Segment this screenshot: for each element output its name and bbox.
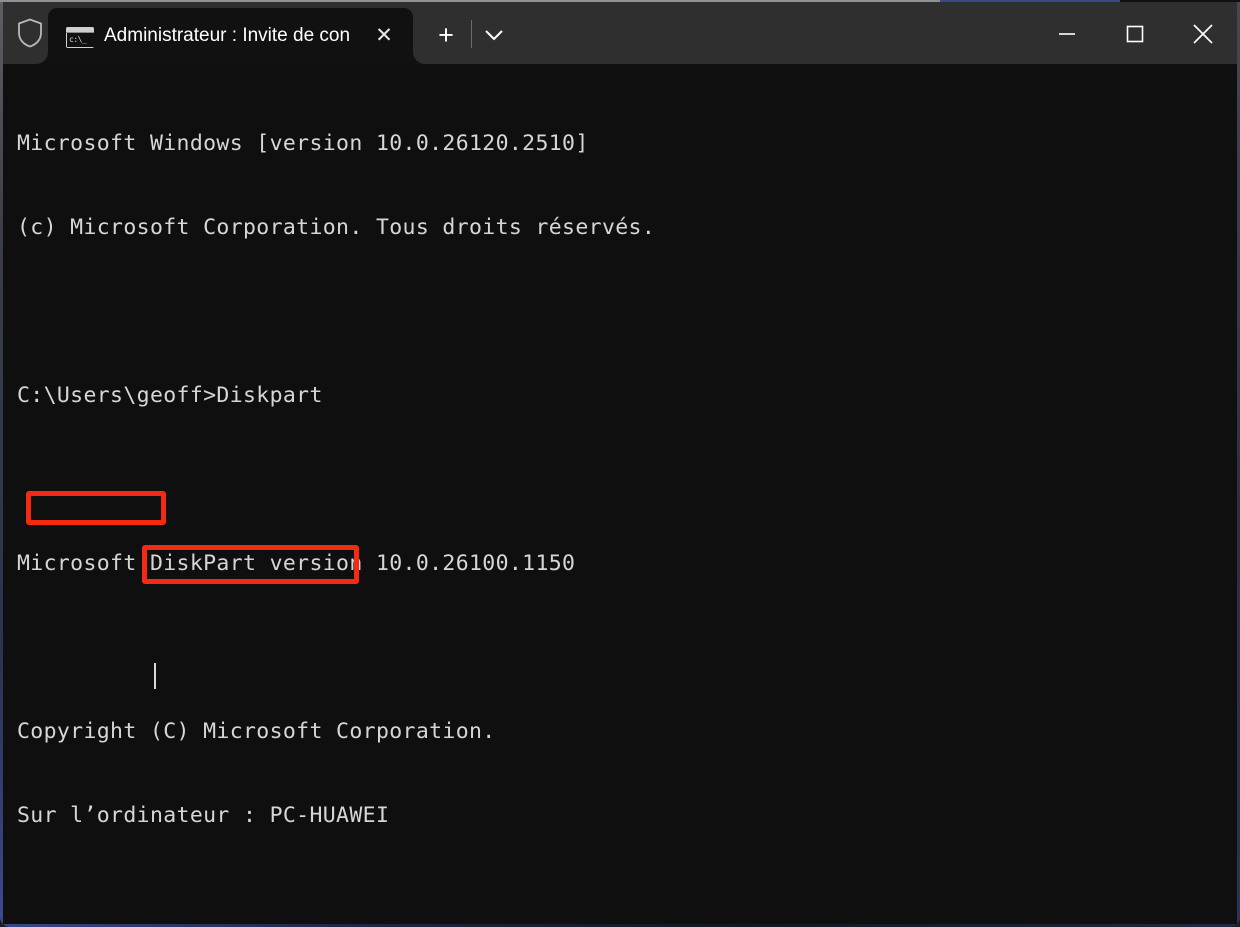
terminal-window: c:\_ Administrateur : Invite de con ✕ + (0, 0, 1240, 927)
new-tab-button[interactable]: + (428, 18, 464, 52)
shield-icon (13, 16, 47, 50)
tab-notch-right (413, 52, 425, 64)
toolbar-divider (471, 20, 472, 48)
terminal-output[interactable]: Microsoft Windows [version 10.0.26120.25… (3, 64, 1237, 924)
maximize-button[interactable] (1101, 4, 1169, 64)
tab-notch-left (36, 52, 48, 64)
console-icon-screen: c:\_ (67, 33, 94, 47)
console-icon: c:\_ (66, 27, 94, 48)
tab-title: Administrateur : Invite de con (104, 25, 351, 46)
terminal-line: Sur l’ordinateur : PC-HUAWEI (17, 803, 390, 828)
text-cursor (154, 663, 156, 689)
terminal-line: Microsoft DiskPart version 10.0.26100.11… (17, 551, 576, 576)
terminal-line: (c) Microsoft Corporation. Tous droits r… (17, 215, 656, 240)
title-bar: c:\_ Administrateur : Invite de con ✕ + (3, 2, 1237, 64)
tab-administrateur-invite-de-commandes[interactable]: c:\_ Administrateur : Invite de con ✕ (36, 8, 425, 64)
terminal-line: C:\Users\geoff>Diskpart (17, 383, 323, 408)
close-icon[interactable]: ✕ (371, 23, 397, 49)
minimize-button[interactable] (1033, 4, 1101, 64)
window-close-button[interactable] (1169, 4, 1237, 64)
terminal-line: Microsoft Windows [version 10.0.26120.25… (17, 131, 589, 156)
chevron-down-icon[interactable] (477, 20, 511, 50)
terminal-line: Copyright (C) Microsoft Corporation. (17, 719, 496, 744)
